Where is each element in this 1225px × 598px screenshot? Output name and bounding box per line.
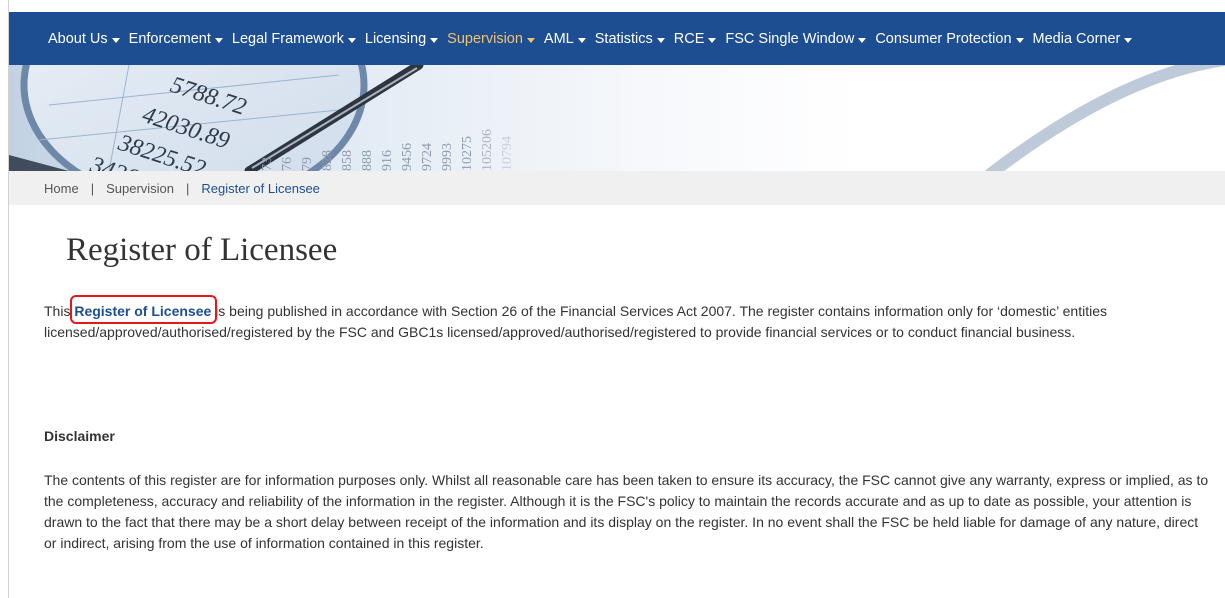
chevron-down-icon <box>1124 37 1133 43</box>
chevron-down-icon <box>430 37 439 43</box>
chevron-down-icon <box>656 37 665 43</box>
banner-column-number: 105206 <box>480 129 495 171</box>
page-title: Register of Licensee <box>66 232 338 268</box>
banner-column-number: 9456 <box>400 143 415 171</box>
banner-column-number: 916 <box>380 150 395 171</box>
banner-column-number: 79 <box>300 157 315 171</box>
nav-label: Statistics <box>594 30 653 47</box>
nav-item-rce[interactable]: RCE <box>674 31 717 47</box>
nav-item-fsc-single-window[interactable]: FSC Single Window <box>725 30 867 47</box>
nav-item-supervision[interactable]: Supervision <box>447 31 535 47</box>
disclaimer-heading: Disclaimer <box>44 428 115 444</box>
nav-item-legal-framework[interactable]: Legal Framework <box>232 31 356 47</box>
banner-column-number: 73 <box>260 157 275 171</box>
banner-illustration: 5788.72 42030.89 38225.52 3426 73 76 79 … <box>9 65 1225 171</box>
chevron-down-icon <box>347 37 356 43</box>
disclaimer-text: The contents of this register are for in… <box>44 472 1209 551</box>
banner-column-number: 9993 <box>440 143 455 171</box>
nav-item-licensing[interactable]: Licensing <box>364 30 439 47</box>
breadcrumb-separator: | <box>90 180 95 196</box>
nav-label: RCE <box>673 30 705 47</box>
nav-label: FSC Single Window <box>725 30 855 47</box>
breadcrumb-supervision-link[interactable]: Supervision <box>106 181 174 196</box>
nav-label: Supervision <box>447 30 523 47</box>
nav-label: Licensing <box>364 30 427 47</box>
main-navigation: About Us Enforcement Legal Framework Lic… <box>9 12 1225 65</box>
nav-item-aml[interactable]: AML <box>544 31 586 47</box>
banner-column-number: 888 <box>360 150 375 171</box>
chevron-down-icon <box>214 37 223 43</box>
nav-item-statistics[interactable]: Statistics <box>595 31 665 47</box>
nav-label: AML <box>543 30 574 47</box>
chevron-down-icon <box>858 37 867 43</box>
nav-item-about-us[interactable]: About Us <box>48 31 120 47</box>
nav-label: About Us <box>48 30 108 47</box>
breadcrumb-current: Register of Licensee <box>201 180 320 196</box>
banner-column-number: 10275 <box>460 136 475 171</box>
banner-column-number: 828 <box>320 150 335 171</box>
breadcrumb-home-link[interactable]: Home <box>44 181 79 196</box>
banner-column-number: 76 <box>280 157 295 171</box>
chevron-down-icon <box>526 37 535 43</box>
breadcrumb: Home | Supervision | Register of License… <box>9 171 1225 205</box>
intro-paragraph: This Register of Licensee is being publi… <box>44 301 1214 343</box>
nav-label: Media Corner <box>1032 30 1121 47</box>
banner-column-number: 858 <box>340 150 355 171</box>
nav-label: Enforcement <box>128 30 211 47</box>
banner-column-number: 10794 <box>500 136 515 171</box>
header-banner-image: 5788.72 42030.89 38225.52 3426 73 76 79 … <box>9 65 1225 171</box>
chevron-down-icon <box>708 37 717 43</box>
nav-label: Consumer Protection <box>875 30 1012 47</box>
breadcrumb-separator: | <box>186 180 190 196</box>
chevron-down-icon <box>577 37 586 43</box>
intro-prefix: This <box>44 303 75 319</box>
nav-item-enforcement[interactable]: Enforcement <box>129 31 223 47</box>
nav-item-media-corner[interactable]: Media Corner <box>1033 31 1133 47</box>
nav-item-consumer-protection[interactable]: Consumer Protection <box>875 30 1024 47</box>
chevron-down-icon <box>1015 37 1024 43</box>
register-of-licensee-link[interactable]: Register of Licensee <box>74 303 211 319</box>
banner-column-number: 9724 <box>420 143 435 171</box>
nav-label: Legal Framework <box>231 30 344 47</box>
chevron-down-icon <box>111 37 120 43</box>
